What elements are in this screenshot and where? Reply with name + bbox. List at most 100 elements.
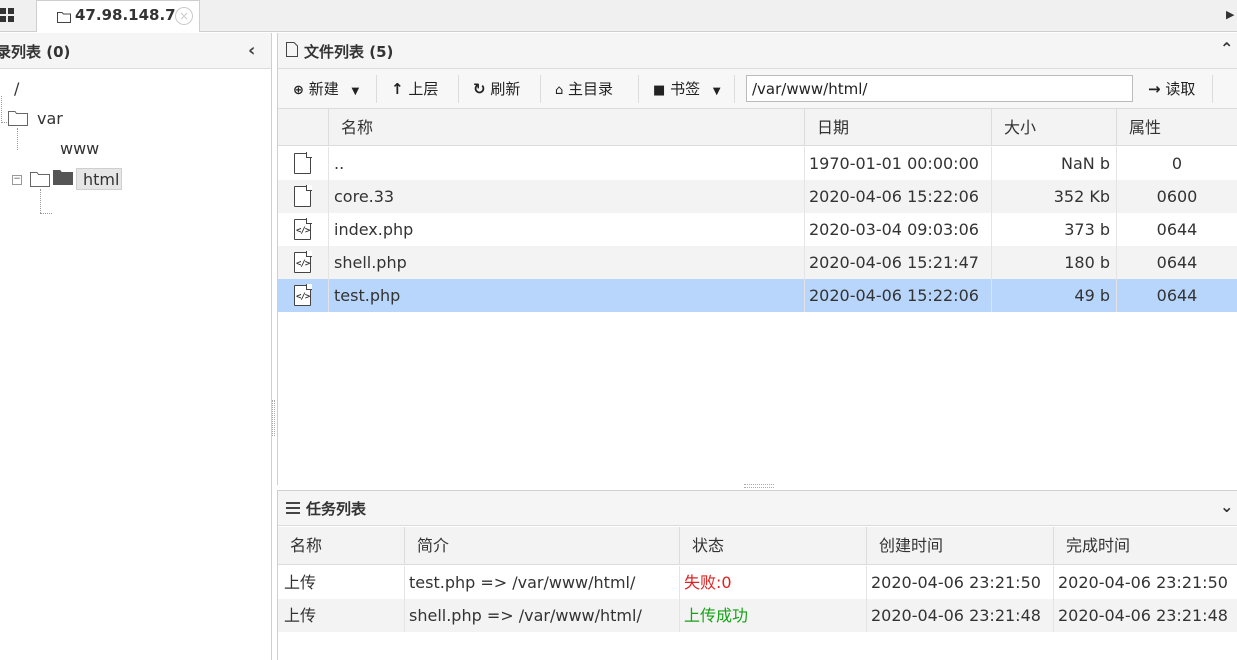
column-header-date[interactable]: 日期 [804,109,991,146]
tree-line [1,96,2,123]
task-desc: test.php => /var/www/html/ [409,573,636,592]
tree-node-var[interactable]: var [37,109,63,128]
arrow-right-icon: → [1148,80,1161,98]
new-label: 新建 [308,80,339,98]
tree-line [1,122,7,123]
file-size: 373 b [1064,220,1110,239]
cell-divider [804,279,805,312]
file-row[interactable]: </> index.php 2020-03-04 09:03:06 373 b 0644 [278,213,1237,246]
horizontal-splitter[interactable] [744,484,774,488]
directory-panel: 录列表 (0) ‹ / var − www html [0,33,272,660]
file-icon [294,185,312,207]
tab-host[interactable]: 47.98.148.7 × [36,0,200,32]
file-size: 180 b [1064,253,1110,272]
file-icon [294,152,312,174]
directory-panel-header: 录列表 (0) ‹ [0,33,271,69]
up-button[interactable]: ↑ 上层 [391,75,438,103]
tree-line [17,128,18,150]
file-attr: 0644 [1156,220,1198,239]
new-button[interactable]: ⊕ 新建 ▼ [293,75,359,103]
tree-node-www[interactable]: www [60,139,99,158]
file-name: core.33 [334,187,395,206]
file-row[interactable]: </> test.php 2020-04-06 15:22:06 49 b 0644 [278,279,1237,312]
home-button[interactable]: ⌂ 主目录 [555,75,613,103]
column-header-size[interactable]: 大小 [991,109,1116,146]
document-icon [286,42,298,61]
file-size: 352 Kb [1053,187,1110,206]
task-done: 2020-04-06 23:21:50 [1058,573,1228,592]
grid-menu-icon[interactable] [0,8,16,24]
tree-node-root[interactable]: / [14,79,19,98]
task-row[interactable]: 上传 shell.php => /var/www/html/上传成功 2020-04… [278,599,1237,632]
task-col-done[interactable]: 完成时间 [1053,527,1237,565]
task-panel-header: 任务列表 ⌄ [278,491,1237,526]
cell-divider [404,599,405,632]
scroll-right-icon[interactable]: ▶ [1226,8,1234,21]
path-input[interactable] [746,75,1133,102]
collapse-toggle-icon[interactable]: − [12,175,22,185]
task-name: 上传 [284,606,317,625]
file-date: 2020-04-06 15:22:06 [809,286,979,305]
column-header-attr[interactable]: 属性 [1116,109,1237,146]
file-attr: 0600 [1156,187,1198,206]
file-date: 1970-01-01 00:00:00 [809,154,979,173]
task-col-desc[interactable]: 简介 [404,527,679,565]
tree-node-html-label: html [83,170,120,189]
cell-divider [1053,566,1054,599]
column-header-name[interactable]: 名称 [328,109,804,146]
task-done: 2020-04-06 23:21:48 [1058,606,1228,625]
task-row[interactable]: 上传 test.php => /var/www/html/失败:0 2020-04-… [278,566,1237,599]
separator [638,75,639,103]
file-attr: 0644 [1156,286,1198,305]
separator [376,75,377,103]
file-attr: 0 [1171,154,1183,173]
file-row[interactable]: </> shell.php 2020-04-06 15:21:47 180 b 0644 [278,246,1237,279]
file-row[interactable]: core.33 2020-04-06 15:22:06 352 Kb 0600 [278,180,1237,213]
arrow-up-icon: ↑ [391,80,404,98]
file-row[interactable]: .. 1970-01-01 00:00:00 NaN b 0 [278,147,1237,180]
file-name: index.php [334,220,414,239]
home-label: 主目录 [568,80,614,98]
directory-panel-title: 录列表 (0) [0,43,71,61]
separator [1212,75,1213,103]
vertical-splitter[interactable] [272,400,275,436]
task-grid-header: 名称 简介 状态 创建时间 完成时间 [278,527,1237,565]
file-size: NaN b [1061,154,1110,173]
task-panel-title: 任务列表 [306,500,367,518]
refresh-button[interactable]: ↻ 刷新 [473,75,520,103]
collapse-up-icon[interactable]: ⌃ [1220,39,1233,58]
cell-divider [804,246,805,279]
tab-close-icon[interactable]: × [175,7,193,25]
file-size: 49 b [1074,286,1110,305]
tree-node-html[interactable]: html [76,168,122,190]
cell-divider [1053,599,1054,632]
file-name: .. [334,154,345,173]
cell-divider [328,147,329,180]
task-desc: shell.php => /var/www/html/ [409,606,642,625]
folder-filled-icon [53,170,73,189]
task-col-name[interactable]: 名称 [278,527,404,565]
caret-down-icon: ▼ [351,86,360,97]
cell-divider [328,213,329,246]
file-date: 2020-04-06 15:22:06 [809,187,979,206]
code-file-icon: </> [294,284,312,306]
file-panel: 文件列表 (5) ⌃ ⊕ 新建 ▼ ↑ 上层 ↻ 刷新 ⌂ 主目录 ■ 书签 ▼ [277,33,1237,485]
file-date: 2020-04-06 15:21:47 [809,253,979,272]
cell-divider [804,213,805,246]
task-col-status[interactable]: 状态 [679,527,866,565]
file-toolbar: ⊕ 新建 ▼ ↑ 上层 ↻ 刷新 ⌂ 主目录 ■ 书签 ▼ → 读取 [278,69,1237,109]
file-panel-header: 文件列表 (5) ⌃ [278,33,1237,69]
file-attr: 0644 [1156,253,1198,272]
bookmark-button[interactable]: ■ 书签 ▼ [653,75,721,103]
tab-bar: 47.98.148.7 × ▶ [0,0,1237,32]
task-status: 失败:0 [684,573,732,592]
task-name: 上传 [284,573,317,592]
collapse-down-icon[interactable]: ⌄ [1220,497,1233,516]
home-icon: ⌂ [555,83,564,98]
collapse-left-icon[interactable]: ‹ [248,40,255,61]
file-name: shell.php [334,253,407,272]
caret-down-icon: ▼ [712,86,721,97]
read-button[interactable]: → 读取 [1148,75,1195,103]
read-label: 读取 [1165,80,1196,98]
task-col-created[interactable]: 创建时间 [866,527,1053,565]
